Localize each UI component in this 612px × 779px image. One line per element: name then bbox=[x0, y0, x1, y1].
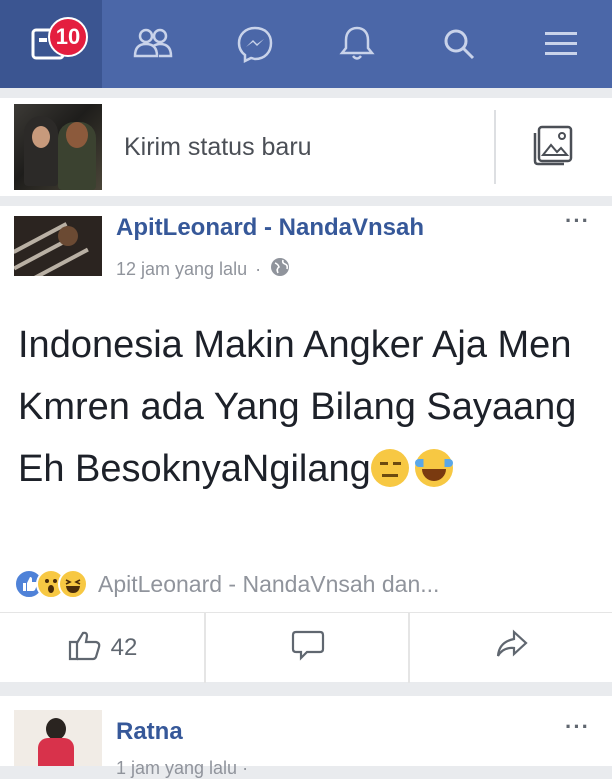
nav-news-feed[interactable]: 10 bbox=[0, 0, 102, 88]
post-author-name[interactable]: Ratna bbox=[116, 718, 183, 746]
reactions-summary[interactable]: ApitLeonard - NandaVnsah dan... bbox=[14, 564, 439, 604]
meta-separator: · bbox=[255, 259, 262, 279]
share-arrow-icon bbox=[495, 628, 529, 668]
feed-post: Ratna 1 jam yang lalu · ··· bbox=[0, 696, 612, 778]
post-timestamp[interactable]: 12 jam yang lalu bbox=[116, 259, 247, 280]
notification-count-badge: 10 bbox=[48, 17, 88, 57]
status-prompt[interactable]: Kirim status baru bbox=[124, 98, 312, 196]
reactors-text[interactable]: ApitLeonard - NandaVnsah dan... bbox=[98, 571, 439, 598]
post-options-button[interactable]: ··· bbox=[565, 714, 590, 740]
share-button[interactable] bbox=[410, 613, 612, 683]
add-photo-button[interactable] bbox=[496, 98, 612, 196]
nav-menu[interactable] bbox=[510, 0, 612, 88]
nav-messenger[interactable] bbox=[204, 0, 306, 88]
photo-icon bbox=[531, 123, 577, 172]
user-avatar[interactable] bbox=[14, 104, 102, 190]
nav-search[interactable] bbox=[408, 0, 510, 88]
feed-post: ApitLeonard - NandaVnsah 12 jam yang lal… bbox=[0, 206, 612, 683]
nav-friends[interactable] bbox=[102, 0, 204, 88]
hamburger-menu-icon bbox=[543, 29, 579, 59]
messenger-icon bbox=[236, 25, 274, 63]
comment-icon bbox=[291, 628, 325, 669]
bell-icon bbox=[339, 25, 375, 63]
like-button[interactable]: 42 bbox=[0, 613, 204, 683]
post-author-avatar[interactable] bbox=[14, 710, 102, 766]
tears-of-joy-emoji-icon bbox=[414, 449, 453, 487]
post-author-avatar[interactable] bbox=[14, 216, 102, 276]
post-timestamp[interactable]: 1 jam yang lalu · bbox=[116, 758, 248, 779]
post-meta: 12 jam yang lalu · bbox=[116, 256, 291, 283]
search-icon bbox=[441, 26, 477, 62]
post-author-name[interactable]: ApitLeonard - NandaVnsah bbox=[116, 214, 424, 242]
globe-icon bbox=[269, 256, 291, 283]
status-composer: Kirim status baru bbox=[0, 98, 612, 196]
thumbs-up-icon bbox=[67, 628, 103, 669]
expressionless-emoji-icon bbox=[370, 449, 409, 487]
friends-icon bbox=[133, 26, 173, 62]
post-options-button[interactable]: ··· bbox=[565, 208, 590, 234]
post-actions-bar: 42 bbox=[0, 612, 612, 683]
post-text: Indonesia Makin Angker Aja Men Kmren ada… bbox=[18, 324, 577, 490]
top-navigation-bar: 10 bbox=[0, 0, 612, 88]
comment-button[interactable] bbox=[206, 613, 410, 683]
nav-notifications[interactable] bbox=[306, 0, 408, 88]
haha-reaction-icon bbox=[58, 569, 88, 599]
like-count: 42 bbox=[110, 634, 138, 661]
